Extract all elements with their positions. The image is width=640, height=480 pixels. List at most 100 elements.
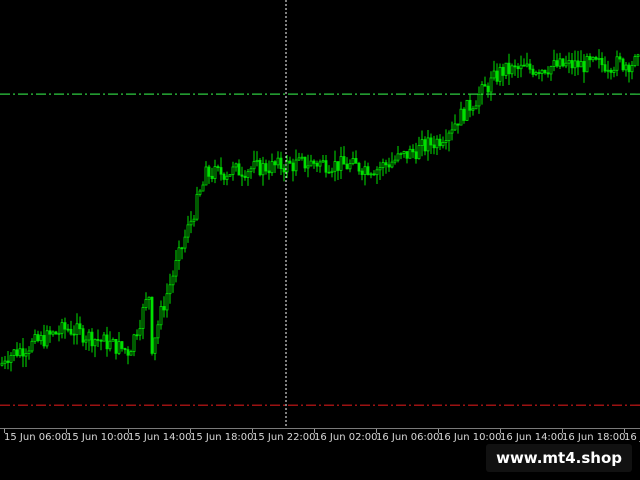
candle-body <box>516 66 520 70</box>
candle <box>267 160 271 180</box>
candle-body <box>270 161 274 174</box>
candle <box>237 159 241 176</box>
candle-body <box>594 56 598 60</box>
candle <box>375 166 379 185</box>
candle-body <box>321 160 325 163</box>
candle <box>72 325 76 345</box>
candle-body <box>111 339 115 342</box>
candle <box>381 158 385 177</box>
candle <box>426 130 430 161</box>
candle-body <box>183 236 187 249</box>
candle-body <box>354 158 358 164</box>
candle <box>249 166 253 179</box>
candle <box>120 341 124 352</box>
candle <box>330 167 334 178</box>
candle-body <box>318 161 322 167</box>
candle <box>600 52 604 73</box>
candle <box>579 50 583 68</box>
candle <box>192 214 196 227</box>
candle <box>321 155 325 163</box>
candle-body <box>108 340 112 350</box>
candle <box>9 352 13 372</box>
candle <box>501 63 505 86</box>
tick-label: 16 Jun 06:00 <box>376 432 440 443</box>
candle <box>549 65 553 81</box>
candle <box>456 123 460 134</box>
candle <box>159 300 163 330</box>
candle-body <box>312 160 316 164</box>
candle-body <box>156 324 160 339</box>
candle-body <box>240 174 244 177</box>
candle-body <box>219 167 223 175</box>
candle <box>399 152 403 160</box>
candle-body <box>363 166 367 175</box>
candle <box>603 56 607 73</box>
candle-body <box>192 218 196 222</box>
candle <box>198 189 202 197</box>
candle-body <box>102 334 106 342</box>
candle-body <box>537 72 541 74</box>
candle <box>408 145 412 159</box>
candle <box>306 154 310 178</box>
candle <box>177 240 181 270</box>
candle-body <box>585 56 589 73</box>
candle-body <box>465 99 469 121</box>
candle-body <box>444 140 448 143</box>
price-chart[interactable] <box>0 0 640 428</box>
candle-body <box>525 63 529 67</box>
candle-body <box>462 108 466 121</box>
tick-label: 15 Jun 18:00 <box>190 432 254 443</box>
candle <box>591 56 595 63</box>
candle <box>144 292 148 311</box>
candle-body <box>69 328 73 335</box>
candle-body <box>57 332 61 335</box>
candle-body <box>264 163 268 172</box>
candle <box>384 159 388 174</box>
candle-body <box>582 61 586 73</box>
candle <box>429 133 433 154</box>
candlestick-chart[interactable] <box>0 0 640 428</box>
candle-body <box>432 144 436 149</box>
candle-body <box>327 171 331 174</box>
candle-body <box>543 69 547 74</box>
candle <box>363 160 367 186</box>
candle-body <box>180 247 184 250</box>
candle <box>258 157 262 177</box>
candle <box>438 134 442 151</box>
candle <box>450 121 454 141</box>
candle-body <box>378 167 382 171</box>
candle <box>483 76 487 87</box>
candle-body <box>570 60 574 69</box>
candle <box>186 215 190 243</box>
candle <box>432 135 436 155</box>
candle <box>3 355 7 370</box>
candle <box>99 338 103 351</box>
candle <box>420 130 424 157</box>
candle-body <box>360 170 364 175</box>
candle-body <box>255 159 259 163</box>
candle-body <box>426 137 430 152</box>
candle-body <box>477 94 481 107</box>
candle-body <box>441 142 445 147</box>
candle <box>171 270 175 293</box>
candle-body <box>552 60 556 67</box>
candle-body <box>495 70 499 82</box>
candle-body <box>153 337 157 354</box>
candle-body <box>291 162 295 172</box>
candle <box>345 157 349 170</box>
candle <box>372 170 376 176</box>
candle-body <box>120 341 124 349</box>
candle-body <box>510 65 514 75</box>
candle <box>561 58 565 68</box>
candle <box>84 335 88 350</box>
candle-body <box>126 349 130 356</box>
candle <box>51 330 55 337</box>
candle <box>336 161 340 181</box>
candle-body <box>135 334 139 337</box>
candle-body <box>249 168 253 173</box>
candle <box>567 52 571 74</box>
candle <box>444 129 448 150</box>
candle-body <box>165 293 169 311</box>
candle <box>39 331 43 345</box>
candle-body <box>519 64 523 70</box>
